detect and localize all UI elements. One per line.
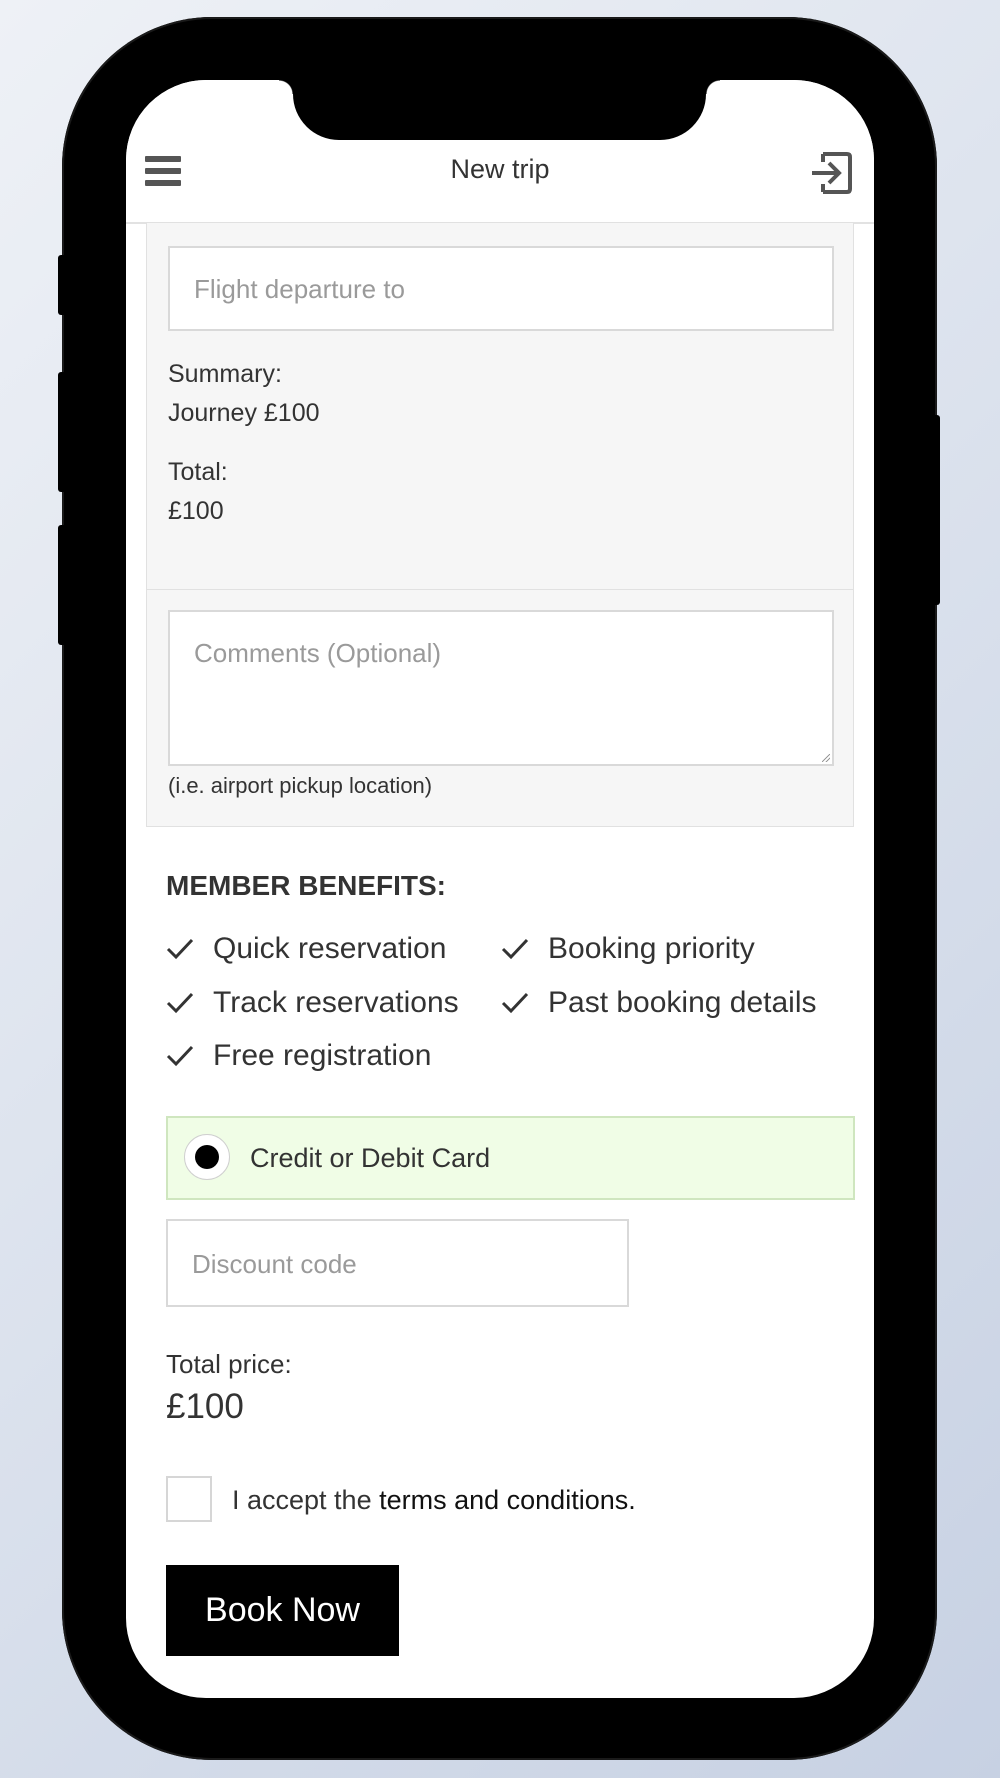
comments-hint: (i.e. airport pickup location) <box>168 773 433 798</box>
member-benefits-title: MEMBER BENEFITS: <box>166 870 446 901</box>
summary-value: Journey £100 <box>168 399 320 427</box>
comments-textarea[interactable]: Comments (Optional) <box>168 610 834 766</box>
discount-code-input[interactable]: Discount code <box>166 1219 629 1307</box>
terms-checkbox[interactable] <box>166 1476 212 1522</box>
payment-option-card[interactable]: Credit or Debit Card <box>166 1116 855 1200</box>
volume-down-button <box>58 525 66 645</box>
app-screen: New trip Flight departure to Summary: Jo… <box>126 80 874 1698</box>
benefit-label: Quick reservation <box>213 932 447 965</box>
benefit-label: Track reservations <box>213 986 459 1019</box>
flight-departure-input[interactable]: Flight departure to <box>168 246 834 331</box>
trip-summary-card: Flight departure to Summary: Journey £10… <box>146 222 854 630</box>
comments-placeholder: Comments (Optional) <box>194 638 442 668</box>
terms-prefix: I accept the <box>232 1485 380 1515</box>
checkmark-icon <box>166 1045 194 1067</box>
book-now-button[interactable]: Book Now <box>166 1565 399 1656</box>
camera-notch <box>279 80 720 140</box>
terms-link[interactable]: terms and conditions. <box>379 1485 636 1515</box>
page-title: New trip <box>450 154 550 184</box>
payment-radio[interactable] <box>184 1134 230 1180</box>
benefit-label: Booking priority <box>548 932 755 965</box>
comments-card: Comments (Optional) (i.e. airport pickup… <box>146 589 854 827</box>
power-button <box>930 415 940 605</box>
total-price-label: Total price: <box>166 1349 292 1379</box>
summary-label: Summary: <box>168 360 282 388</box>
benefit-label: Past booking details <box>548 986 817 1019</box>
checkmark-icon <box>501 992 529 1014</box>
benefit-label: Free registration <box>213 1039 432 1072</box>
total-label: Total: <box>168 458 228 486</box>
checkmark-icon <box>166 938 194 960</box>
total-value: £100 <box>168 497 224 525</box>
checkmark-icon <box>166 992 194 1014</box>
radio-selected-dot <box>195 1145 219 1169</box>
volume-up-button <box>58 372 66 492</box>
checkmark-icon <box>501 938 529 960</box>
sign-out-icon[interactable] <box>809 150 853 196</box>
terms-text: I accept the terms and conditions. <box>232 1485 636 1516</box>
mute-switch <box>58 255 66 315</box>
resize-grip-icon[interactable] <box>822 754 830 762</box>
total-price-value: £100 <box>166 1387 244 1426</box>
payment-option-label: Credit or Debit Card <box>250 1143 491 1173</box>
